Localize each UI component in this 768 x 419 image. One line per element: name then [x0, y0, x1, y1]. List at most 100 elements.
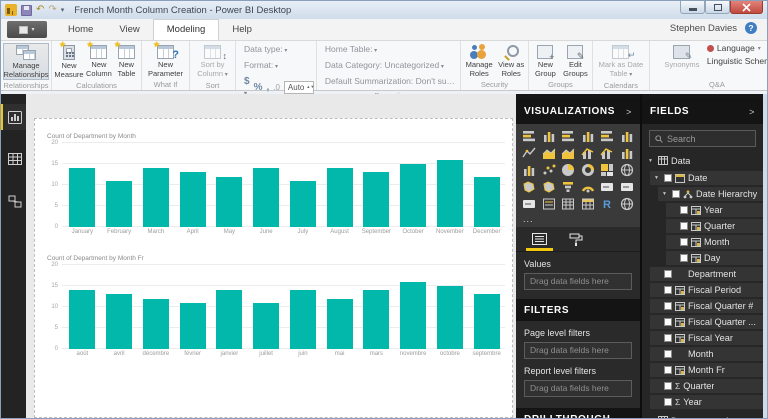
gauge-icon[interactable]: [580, 179, 596, 194]
bar-April[interactable]: [180, 172, 206, 227]
field-checkbox[interactable]: [664, 334, 672, 342]
field-item-fiscal-quarter-[interactable]: Fiscal Quarter ...: [650, 315, 763, 330]
field-item-department[interactable]: Department: [650, 267, 763, 282]
new-measure-button[interactable]: New Measure: [54, 43, 84, 80]
field-item-year[interactable]: ΣYear: [650, 395, 763, 410]
bar-avril[interactable]: [106, 294, 132, 349]
field-item-day[interactable]: Day: [666, 251, 763, 266]
table-icon[interactable]: [560, 196, 576, 211]
stacked-column-chart-icon[interactable]: [541, 128, 557, 143]
field-item-date[interactable]: ▼Date: [650, 171, 763, 186]
line-chart-icon[interactable]: [521, 145, 537, 160]
field-item-date-hierarchy[interactable]: ▼Date Hierarchy: [658, 187, 763, 202]
view-as-roles-button[interactable]: View as Roles: [496, 43, 526, 79]
bar-juillet[interactable]: [253, 303, 279, 349]
pie-chart-icon[interactable]: [560, 162, 576, 177]
field-checkbox[interactable]: [664, 350, 672, 358]
bar-décembre[interactable]: [143, 299, 169, 349]
field-item-fiscal-period[interactable]: Fiscal Period: [650, 283, 763, 298]
bar-mai[interactable]: [327, 299, 353, 349]
format-dropdown[interactable]: Format:: [244, 59, 278, 74]
help-icon[interactable]: ?: [745, 22, 757, 34]
map-icon[interactable]: [619, 162, 635, 177]
field-item-quarter[interactable]: Quarter: [666, 219, 763, 234]
field-item-date-cross-ref[interactable]: ▶Date cross ref: [644, 413, 763, 418]
bar-June[interactable]: [253, 168, 279, 227]
thousands-separator-button[interactable]: ,: [266, 82, 269, 93]
filled-map-icon[interactable]: [521, 179, 537, 194]
field-item-year[interactable]: Year: [666, 203, 763, 218]
decimal-spinner[interactable]: ▲▼: [306, 85, 314, 89]
field-item-month-fr[interactable]: Month Fr: [650, 363, 763, 378]
bar-December[interactable]: [474, 177, 500, 227]
bar-August[interactable]: [327, 168, 353, 227]
data-category-dropdown[interactable]: Data Category: Uncategorized: [325, 59, 444, 74]
home-table-dropdown[interactable]: Home Table:: [325, 43, 377, 58]
bar-May[interactable]: [216, 177, 242, 227]
sidebar-item-report-view[interactable]: [1, 104, 26, 130]
manage-relationships-button[interactable]: Manage Relationships: [3, 43, 49, 80]
tab-help[interactable]: Help: [219, 20, 265, 40]
fields-search-input[interactable]: Search: [649, 130, 756, 147]
bar-March[interactable]: [143, 168, 169, 227]
funnel-icon[interactable]: [560, 179, 576, 194]
data-type-dropdown[interactable]: Data type:: [244, 43, 287, 58]
tab-home[interactable]: Home: [55, 20, 106, 40]
edit-groups-button[interactable]: Edit Groups: [561, 43, 590, 79]
close-button[interactable]: [730, 1, 763, 14]
tab-view[interactable]: View: [106, 20, 152, 40]
bar-janvier[interactable]: [216, 290, 242, 349]
default-summarization-dropdown[interactable]: Default Summarization: Don't summarize: [325, 75, 458, 90]
percent-format-button[interactable]: %: [254, 82, 263, 93]
clustered-bar-chart-icon[interactable]: [560, 128, 576, 143]
bar-November[interactable]: [437, 160, 463, 227]
treemap-icon[interactable]: [599, 162, 615, 177]
minimize-button[interactable]: [680, 1, 705, 14]
new-table-button[interactable]: New Table: [114, 43, 139, 79]
field-item-quarter[interactable]: ΣQuarter: [650, 379, 763, 394]
bar-février[interactable]: [180, 303, 206, 349]
synonyms-button[interactable]: Synonyms: [662, 43, 702, 71]
field-checkbox[interactable]: [672, 190, 680, 198]
sidebar-item-data-view[interactable]: [1, 146, 26, 172]
field-checkbox[interactable]: [664, 318, 672, 326]
field-item-data[interactable]: ▼Data: [644, 153, 763, 168]
bar-septembre[interactable]: [474, 294, 500, 349]
r-script-visual-icon[interactable]: R: [599, 196, 615, 211]
fields-pane-tab[interactable]: [532, 227, 547, 251]
waterfall-chart-icon[interactable]: [521, 162, 537, 177]
tab-modeling[interactable]: Modeling: [153, 19, 220, 40]
matrix-icon[interactable]: [580, 196, 596, 211]
expander-icon[interactable]: ▼: [662, 191, 669, 197]
page-level-filters-drop-zone[interactable]: Drag data fields here: [524, 342, 632, 359]
donut-chart-icon[interactable]: [580, 162, 596, 177]
bar-September[interactable]: [363, 172, 389, 227]
maximize-button[interactable]: [705, 1, 730, 14]
signed-in-user[interactable]: Stephen Davies: [670, 23, 737, 34]
qat-dropdown-icon[interactable]: ▾: [61, 6, 65, 14]
field-item-month[interactable]: Month: [650, 347, 763, 362]
expander-icon[interactable]: ▼: [654, 175, 661, 181]
bar-February[interactable]: [106, 181, 132, 227]
bar-July[interactable]: [290, 181, 316, 227]
bar-novembre[interactable]: [400, 282, 426, 349]
undo-icon[interactable]: ↶: [36, 5, 44, 15]
file-menu-button[interactable]: ▾: [7, 21, 47, 38]
language-dropdown[interactable]: Language: [707, 43, 768, 53]
line-and-clustered-column-chart-icon[interactable]: [599, 145, 615, 160]
bar-mars[interactable]: [363, 290, 389, 349]
sort-by-column-button[interactable]: ↕ Sort by Column: [192, 43, 233, 80]
shape-map-icon[interactable]: [541, 179, 557, 194]
stacked-bar-chart-icon[interactable]: [521, 128, 537, 143]
field-item-month[interactable]: Month: [666, 235, 763, 250]
new-parameter-button[interactable]: ? New Parameter: [144, 43, 187, 79]
field-checkbox[interactable]: [664, 286, 672, 294]
bar-juin[interactable]: [290, 290, 316, 349]
save-icon[interactable]: [21, 5, 32, 16]
sidebar-item-model-view[interactable]: [1, 188, 26, 214]
field-checkbox[interactable]: [680, 222, 688, 230]
bar-January[interactable]: [69, 168, 95, 227]
field-checkbox[interactable]: [664, 366, 672, 374]
100-stacked-column-chart-icon[interactable]: [619, 128, 635, 143]
more-visuals-button[interactable]: ...: [516, 214, 640, 227]
